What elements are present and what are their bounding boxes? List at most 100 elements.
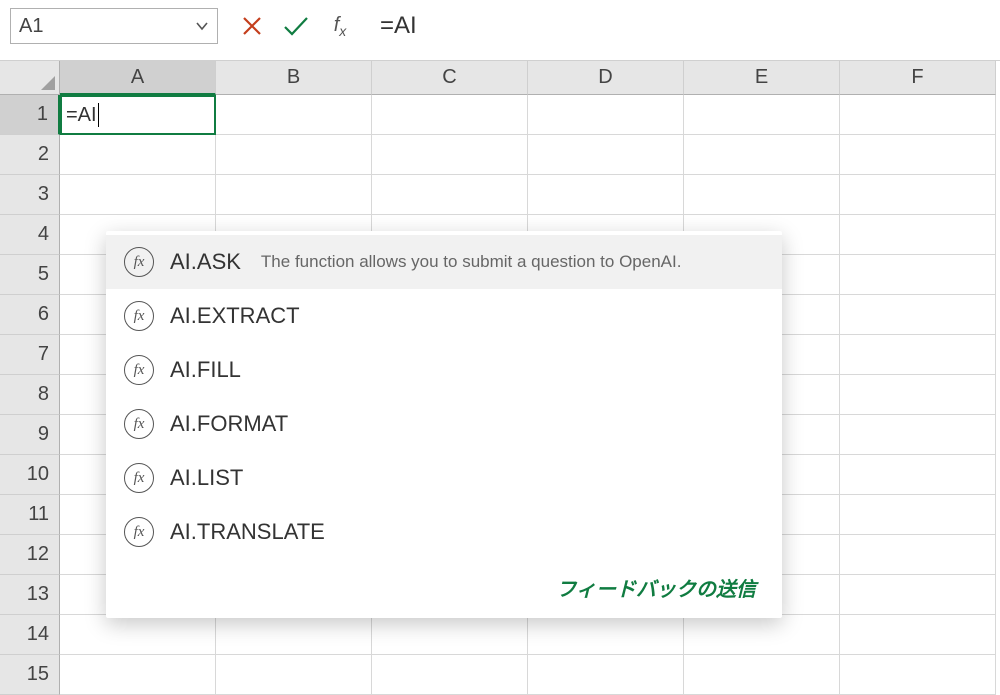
column-header-b[interactable]: B [216, 61, 372, 95]
row-header-10[interactable]: 10 [0, 455, 60, 495]
cell[interactable] [216, 655, 372, 695]
cell[interactable] [372, 615, 528, 655]
cell[interactable] [840, 135, 996, 175]
cell[interactable] [840, 255, 996, 295]
cell[interactable] [840, 495, 996, 535]
autocomplete-item-ai-extract[interactable]: fx AI.EXTRACT [106, 289, 782, 343]
column-header-e[interactable]: E [684, 61, 840, 95]
row-header-5[interactable]: 5 [0, 255, 60, 295]
row-header-9[interactable]: 9 [0, 415, 60, 455]
cell[interactable] [528, 655, 684, 695]
cell[interactable] [60, 615, 216, 655]
cell[interactable] [216, 175, 372, 215]
cell[interactable] [840, 575, 996, 615]
fx-icon: fx [334, 14, 347, 39]
row-header-13[interactable]: 13 [0, 575, 60, 615]
autocomplete-item-ai-list[interactable]: fx AI.LIST [106, 451, 782, 505]
function-icon: fx [124, 409, 154, 439]
autocomplete-item-ai-format[interactable]: fx AI.FORMAT [106, 397, 782, 451]
cell[interactable] [684, 175, 840, 215]
function-icon: fx [124, 355, 154, 385]
cell[interactable] [684, 95, 840, 135]
cell[interactable] [840, 175, 996, 215]
function-icon: fx [124, 463, 154, 493]
autocomplete-item-label: AI.FILL [170, 357, 241, 383]
cell[interactable] [840, 455, 996, 495]
autocomplete-item-desc: The function allows you to submit a ques… [261, 251, 682, 273]
formula-bar: A1 fx =AI [0, 0, 1000, 61]
text-caret [98, 103, 99, 127]
send-feedback-link[interactable]: フィードバックの送信 [556, 579, 756, 601]
formula-autocomplete: fx AI.ASK The function allows you to sub… [106, 231, 782, 618]
active-cell-text: =AI [66, 104, 97, 127]
close-icon [240, 14, 264, 38]
autocomplete-item-label: AI.EXTRACT [170, 303, 300, 329]
cell[interactable] [216, 95, 372, 135]
row-header-3[interactable]: 3 [0, 175, 60, 215]
function-icon: fx [124, 247, 154, 277]
row-header-1[interactable]: 1 [0, 95, 60, 135]
formula-input[interactable]: =AI [374, 12, 990, 40]
active-cell-a1[interactable]: =AI [60, 95, 216, 135]
row-headers: 1 2 3 4 5 6 7 8 9 10 11 12 13 14 15 [0, 95, 60, 695]
cell[interactable] [840, 535, 996, 575]
cell[interactable] [60, 655, 216, 695]
cell[interactable] [684, 135, 840, 175]
cell[interactable] [372, 175, 528, 215]
autocomplete-item-ai-ask[interactable]: fx AI.ASK The function allows you to sub… [106, 235, 782, 289]
autocomplete-feedback: フィードバックの送信 [106, 559, 782, 608]
name-box-value: A1 [19, 15, 43, 38]
row-header-12[interactable]: 12 [0, 535, 60, 575]
cell[interactable] [528, 175, 684, 215]
row-header-11[interactable]: 11 [0, 495, 60, 535]
cell[interactable] [372, 135, 528, 175]
cell[interactable] [372, 655, 528, 695]
formula-input-text: =AI [380, 12, 417, 39]
cell[interactable] [528, 615, 684, 655]
column-header-c[interactable]: C [372, 61, 528, 95]
cell[interactable] [840, 335, 996, 375]
cell[interactable] [840, 375, 996, 415]
row-header-15[interactable]: 15 [0, 655, 60, 695]
cell[interactable] [840, 215, 996, 255]
cell[interactable] [216, 615, 372, 655]
row-header-2[interactable]: 2 [0, 135, 60, 175]
cell[interactable] [840, 655, 996, 695]
row-header-6[interactable]: 6 [0, 295, 60, 335]
enter-button[interactable] [276, 6, 316, 46]
insert-function-button[interactable]: fx [320, 6, 360, 46]
cell[interactable] [528, 95, 684, 135]
autocomplete-item-ai-translate[interactable]: fx AI.TRANSLATE [106, 505, 782, 559]
function-icon: fx [124, 517, 154, 547]
cell[interactable] [840, 615, 996, 655]
cell[interactable] [216, 135, 372, 175]
autocomplete-item-label: AI.TRANSLATE [170, 519, 325, 545]
cell[interactable] [840, 295, 996, 335]
formula-bar-controls: fx [232, 6, 360, 46]
cell[interactable] [840, 415, 996, 455]
row-header-4[interactable]: 4 [0, 215, 60, 255]
column-header-a[interactable]: A [60, 61, 216, 95]
cancel-button[interactable] [232, 6, 272, 46]
column-headers: A B C D E F [60, 61, 996, 95]
cell[interactable] [684, 615, 840, 655]
cell[interactable] [684, 655, 840, 695]
name-box-dropdown-icon[interactable] [191, 15, 213, 37]
check-icon [282, 14, 310, 38]
name-box[interactable]: A1 [10, 8, 218, 44]
cell[interactable] [528, 135, 684, 175]
column-header-f[interactable]: F [840, 61, 996, 95]
select-all-corner[interactable] [0, 61, 60, 95]
row-header-7[interactable]: 7 [0, 335, 60, 375]
autocomplete-item-ai-fill[interactable]: fx AI.FILL [106, 343, 782, 397]
autocomplete-item-label: AI.FORMAT [170, 411, 288, 437]
cell[interactable] [372, 95, 528, 135]
autocomplete-item-label: AI.LIST [170, 465, 243, 491]
row-header-14[interactable]: 14 [0, 615, 60, 655]
cell[interactable] [840, 95, 996, 135]
cell[interactable] [60, 175, 216, 215]
cell[interactable] [60, 135, 216, 175]
column-header-d[interactable]: D [528, 61, 684, 95]
row-header-8[interactable]: 8 [0, 375, 60, 415]
function-icon: fx [124, 301, 154, 331]
